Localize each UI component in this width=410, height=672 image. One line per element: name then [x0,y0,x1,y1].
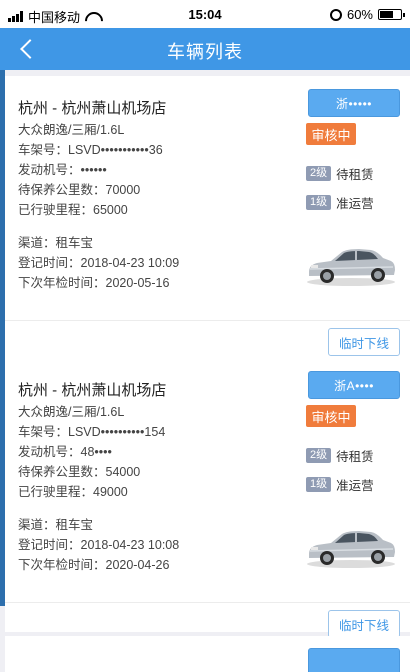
temp-offline-button[interactable]: 临时下线 [328,610,400,638]
vehicle-model: 大众朗逸/三厢/1.6L [18,123,125,137]
nav-bar: 车辆列表 [0,28,410,70]
level-tag: 2级 [306,166,332,181]
status-level-row: 2级 待租赁 [306,164,374,183]
vin-number: 车架号：LSVD••••••••••154 [18,425,166,439]
register-time: 登记时间：2018-04-23 10:09 [18,256,180,270]
vehicle-card[interactable]: 杭州 - 杭州萧山机场店 大众朗逸/三厢/1.6L 车架号：LSVD••••••… [5,76,410,366]
audit-status-badge: 审核中 [306,123,356,145]
channel: 渠道：租车宝 [18,236,94,250]
status-bar: 中国移动 15:04 60% [0,0,410,28]
battery-icon [378,9,405,20]
level-status: 准运营 [336,197,374,211]
engine-number: 发动机号：•••••• [18,163,107,177]
register-time: 登记时间：2018-04-23 10:08 [18,538,180,552]
mileage: 已行驶里程：49000 [18,485,128,499]
level-tag: 2级 [306,448,332,463]
level-status: 待租赁 [336,168,374,182]
store-name: 杭州 - 杭州萧山机场店 [18,100,167,117]
vin-number: 车架号：LSVD•••••••••••36 [18,143,163,157]
license-plate-partial [308,648,400,672]
engine-number: 发动机号：48•••• [18,445,112,459]
audit-status-badge: 审核中 [306,405,356,427]
level-tag: 1级 [306,195,332,210]
store-name: 杭州 - 杭州萧山机场店 [18,382,167,399]
vehicle-card-partial[interactable] [5,636,410,672]
license-plate: 浙••••• [308,89,400,117]
level-status: 准运营 [336,479,374,493]
page-title: 车辆列表 [167,42,243,62]
level-status: 待租赁 [336,450,374,464]
status-level-row: 1级 准运营 [306,193,374,212]
status-level-row: 1级 准运营 [306,475,374,494]
sedan-car-icon [307,531,395,568]
maintenance-km: 待保养公里数：70000 [18,183,141,197]
inspection-time: 下次年检时间：2020-05-16 [18,276,170,290]
mileage: 已行驶里程：65000 [18,203,128,217]
temp-offline-button[interactable]: 临时下线 [328,328,400,356]
battery-percent: 60% [346,7,373,22]
level-tag: 1级 [306,477,332,492]
maintenance-km: 待保养公里数：54000 [18,465,141,479]
vehicle-model: 大众朗逸/三厢/1.6L [18,405,125,419]
sedan-car-icon [307,249,395,286]
inspection-time: 下次年检时间：2020-04-26 [18,558,170,572]
channel: 渠道：租车宝 [18,518,94,532]
vehicle-card[interactable]: 杭州 - 杭州萧山机场店 大众朗逸/三厢/1.6L 车架号：LSVD••••••… [5,358,410,638]
license-plate: 浙A•••• [308,371,400,399]
rotation-lock-icon [329,8,342,21]
background-page-edge [0,70,5,606]
status-level-row: 2级 待租赁 [306,446,374,465]
